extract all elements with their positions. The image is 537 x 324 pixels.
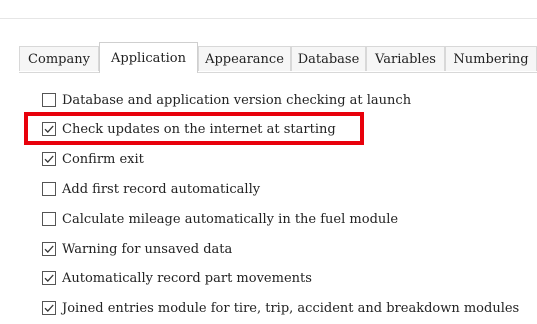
option-confirm-exit[interactable]: Confirm exit bbox=[42, 149, 144, 169]
checkbox-checked[interactable] bbox=[42, 271, 56, 285]
checkmark-icon bbox=[44, 274, 54, 282]
option-label: Warning for unsaved data bbox=[62, 241, 233, 257]
highlight-box bbox=[24, 112, 364, 145]
option-add-first-record[interactable]: Add first record automatically bbox=[42, 179, 260, 199]
option-label: Automatically record part movements bbox=[62, 270, 312, 286]
checkbox-checked[interactable] bbox=[42, 301, 56, 315]
checkbox-unchecked[interactable] bbox=[42, 182, 56, 196]
option-joined-entries[interactable]: Joined entries module for tire, trip, ac… bbox=[42, 298, 519, 318]
option-record-part-movements[interactable]: Automatically record part movements bbox=[42, 268, 312, 288]
checkbox-checked[interactable] bbox=[42, 242, 56, 256]
checkmark-icon bbox=[44, 155, 54, 163]
checkbox-unchecked[interactable] bbox=[42, 93, 56, 107]
option-unsaved-warning[interactable]: Warning for unsaved data bbox=[42, 239, 232, 259]
option-calculate-mileage[interactable]: Calculate mileage automatically in the f… bbox=[42, 209, 398, 229]
option-label: Add first record automatically bbox=[62, 181, 261, 197]
checkbox-unchecked[interactable] bbox=[42, 212, 56, 226]
option-label: Confirm exit bbox=[62, 151, 144, 167]
option-label: Database and application version checkin… bbox=[62, 92, 412, 108]
option-label: Joined entries module for tire, trip, ac… bbox=[62, 300, 520, 316]
option-version-check[interactable]: Database and application version checkin… bbox=[42, 90, 411, 110]
application-options-list: Database and application version checkin… bbox=[0, 0, 537, 324]
checkbox-checked[interactable] bbox=[42, 152, 56, 166]
checkmark-icon bbox=[44, 245, 54, 253]
tab-application[interactable]: Application bbox=[99, 42, 198, 73]
option-label: Calculate mileage automatically in the f… bbox=[62, 211, 399, 227]
tab-application-label: Application bbox=[111, 50, 186, 66]
checkmark-icon bbox=[44, 304, 54, 312]
